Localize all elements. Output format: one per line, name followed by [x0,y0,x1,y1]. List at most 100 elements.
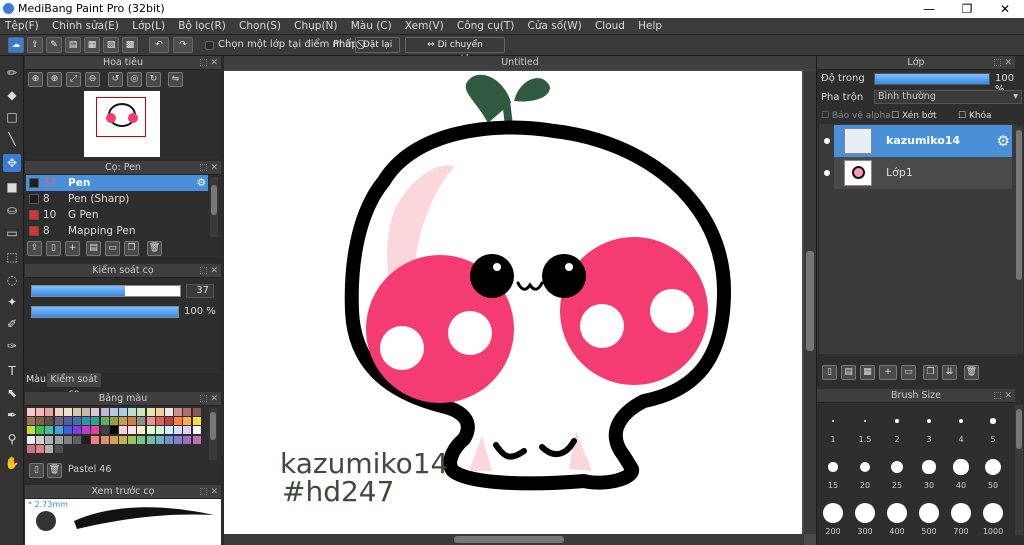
zoom-in-icon[interactable]: ⊕ [28,72,43,87]
zoom-out-icon[interactable]: ⊖ [85,72,100,87]
comment-icon[interactable]: ✎ [46,37,62,53]
brush-size-dot[interactable] [859,461,871,473]
palette-swatch[interactable] [45,426,54,435]
eyedropper-icon[interactable]: ⚲ [3,430,21,448]
palette-swatch[interactable] [27,408,35,416]
palette-swatch[interactable] [137,417,146,426]
menu-filter[interactable]: Bộ lọc(R) [173,18,231,35]
select-pen-icon[interactable]: ✐ [3,315,21,333]
palette-swatch[interactable] [183,426,192,435]
palette-swatch[interactable] [174,435,183,444]
palette-swatch[interactable] [192,435,201,444]
palette-swatch[interactable] [91,435,100,444]
brush-size-dot[interactable] [922,460,936,474]
brush-size-scrollbar[interactable] [1015,405,1023,535]
navigator-thumbnail[interactable] [84,91,160,157]
menu-layer[interactable]: Lớp(L) [127,18,170,35]
layer-list-scrollbar[interactable] [1015,126,1023,354]
brush-opacity-slider[interactable] [31,306,179,318]
layer-opacity-slider[interactable] [874,73,990,85]
menu-capture[interactable]: Chụp(N) [289,18,342,35]
add-brush-icon[interactable]: ⇪ [27,241,42,256]
palette-swatch[interactable] [183,417,192,426]
palette-swatch[interactable] [100,408,109,416]
palette-swatch[interactable] [54,435,63,444]
brush-size-dot[interactable] [823,503,843,523]
palette-swatch[interactable] [73,426,81,435]
layer-row[interactable]: Lớp1 [834,157,1012,189]
palette-swatch[interactable] [27,417,35,426]
lock-checkbox[interactable]: ☐ Khóa [958,111,992,121]
palette-swatch[interactable] [27,426,35,435]
palette-swatch[interactable] [82,426,91,435]
flip-icon[interactable]: ⇋ [168,72,183,87]
blur-tool-icon[interactable]: ✒ [3,406,21,424]
tab-brush-control[interactable]: Kiểm soát cọ [47,373,101,399]
palette-swatch[interactable] [128,435,137,444]
palette-swatch[interactable] [174,426,183,435]
palette-swatch[interactable] [82,408,91,416]
rotate-left-icon[interactable]: ↺ [108,72,123,87]
folder-icon[interactable]: ▭ [105,241,120,256]
fit-icon[interactable]: ⤢ [66,72,81,87]
folder-icon[interactable]: ▭ [901,365,916,380]
menu-tools[interactable]: Công cụ(T) [452,18,519,35]
palette-swatch[interactable] [155,435,164,444]
brush-size-dot[interactable] [863,419,867,423]
menu-view[interactable]: Xem(V) [400,18,449,35]
new-layer-icon[interactable]: ▯ [822,365,837,380]
brush-item[interactable]: 10 G Pen [26,207,208,223]
palette-swatch[interactable] [119,435,127,444]
brush-size-dot[interactable] [990,418,996,424]
palette-swatch[interactable] [137,426,146,435]
palette-swatch[interactable] [128,417,137,426]
palette-swatch[interactable] [73,435,81,444]
new-palette-icon[interactable]: ▯ [29,463,44,478]
palette-swatch[interactable] [73,408,81,416]
palette-swatch[interactable] [165,408,173,416]
brush-item[interactable]: 37 Pen ⚙ [26,175,208,191]
palette-swatch[interactable] [192,417,201,426]
palette-swatch[interactable] [91,417,100,426]
brush-size-dot[interactable] [951,503,971,523]
layer-row[interactable]: kazumiko14 ⚙ [834,125,1012,157]
add-layer-menu-icon[interactable]: + [879,365,897,380]
palette-swatch[interactable] [100,426,109,435]
drawing-canvas[interactable]: kazumiko14 #hd247 [224,71,802,534]
rotate-reset-icon[interactable]: ◎ [127,72,142,87]
panel-close-icon[interactable]: ⬚ ✕ [199,56,218,70]
palette-swatch[interactable] [146,417,155,426]
palette-swatch[interactable] [109,435,118,444]
reset-button[interactable]: ⃠Đặt lại [355,37,400,53]
zoom-icon[interactable]: ⊕ [47,72,62,87]
panel-close-icon[interactable]: ⬚ ✕ [993,389,1012,403]
document-tab[interactable]: Untitled [224,56,816,70]
copy-icon[interactable]: ❐ [124,241,139,256]
trash-icon[interactable]: 🗑 [147,241,162,256]
move-tool-icon[interactable]: ✥ [3,154,21,172]
palette-swatch[interactable] [165,417,173,426]
tab-color[interactable]: Màu [25,373,47,387]
palette-swatch[interactable] [54,444,63,453]
palette-swatch[interactable] [63,408,72,416]
magic-wand-icon[interactable]: ✦ [3,293,21,311]
palette-swatch[interactable] [45,417,54,426]
palette-swatch[interactable] [183,435,192,444]
palette-swatch[interactable] [36,417,45,426]
palette-swatch[interactable] [137,408,146,416]
canvas-vertical-scrollbar[interactable] [804,71,816,534]
palette-swatch[interactable] [109,417,118,426]
palette-swatch[interactable] [54,417,63,426]
palette-swatch[interactable] [36,435,45,444]
palette-swatch[interactable] [45,408,54,416]
brush-size-dot[interactable] [887,503,907,523]
redo-icon[interactable]: ↷ [173,37,193,53]
menu-help[interactable]: Help [633,18,667,35]
brush-list-scrollbar[interactable] [210,177,218,237]
brush-size-dot[interactable] [983,503,1003,523]
grid-icon[interactable]: ▩ [122,37,138,53]
palette-swatch[interactable] [27,444,35,453]
brush-size-dot[interactable] [891,461,903,473]
palette-swatch[interactable] [109,426,118,435]
palette-swatch[interactable] [82,435,91,444]
